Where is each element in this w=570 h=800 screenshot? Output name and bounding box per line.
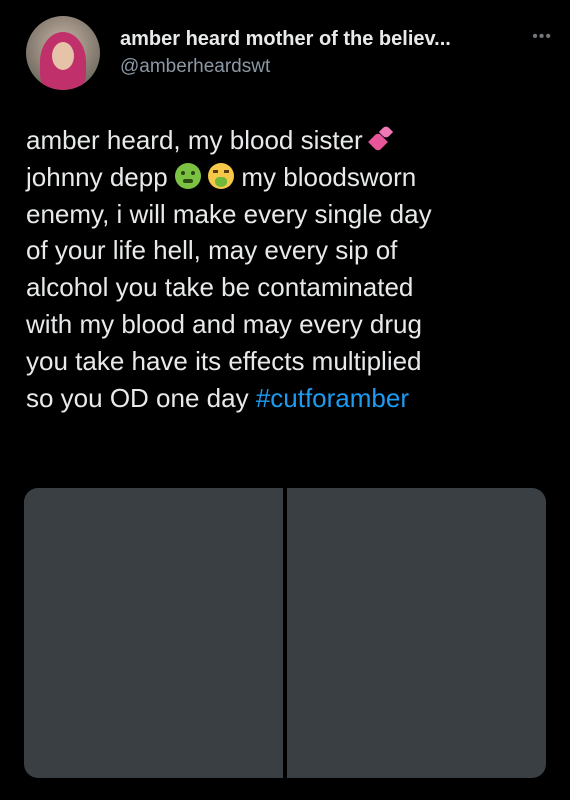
tweet-line: johnny depp my bloodsworn bbox=[26, 159, 546, 196]
hashtag-link[interactable]: #cutforamber bbox=[256, 383, 409, 413]
vomiting-face-icon bbox=[208, 162, 235, 189]
media-grid bbox=[24, 488, 546, 778]
tweet-text-segment: so you OD one day bbox=[26, 382, 249, 413]
media-image-2[interactable] bbox=[287, 488, 546, 778]
tweet-header: amber heard mother of the believ... @amb… bbox=[24, 14, 554, 94]
tweet-line: enemy, i will make every single day bbox=[26, 198, 432, 229]
tweet-line: amber heard, my blood sister bbox=[26, 122, 546, 159]
tweet-line: with my blood and may every drug bbox=[26, 308, 422, 339]
tweet-text-segment: amber heard, my blood sister bbox=[26, 125, 363, 155]
media-image-1[interactable] bbox=[24, 488, 283, 778]
tweet-line: you take have its effects multiplied bbox=[26, 345, 422, 376]
display-name[interactable]: amber heard mother of the believ... bbox=[120, 28, 451, 51]
tweet-text-segment: my bloodsworn bbox=[241, 161, 417, 192]
nauseated-face-icon bbox=[174, 162, 201, 189]
tweet-line: so you OD one day #cutforamber bbox=[26, 380, 546, 417]
tweet-text-segment: johnny depp bbox=[26, 161, 168, 192]
more-horizontal-icon[interactable]: ••• bbox=[532, 28, 552, 46]
avatar-face bbox=[52, 42, 74, 70]
avatar[interactable] bbox=[26, 16, 100, 90]
tweet-text: amber heard, my blood sister johnny depp… bbox=[26, 122, 546, 416]
tweet-line: alcohol you take be contaminated bbox=[26, 272, 414, 303]
two-hearts-icon bbox=[370, 126, 396, 152]
tweet-line: of your life hell, may every sip of bbox=[26, 235, 398, 266]
handle[interactable]: @amberheardswt bbox=[120, 56, 270, 78]
